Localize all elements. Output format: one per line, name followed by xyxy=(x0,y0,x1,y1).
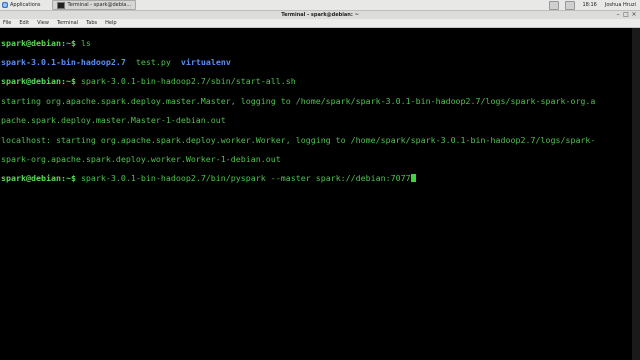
ls-directory: virtualenv xyxy=(180,57,231,68)
menu-tabs[interactable]: Tabs xyxy=(83,20,102,26)
menu-file[interactable]: File xyxy=(0,20,16,26)
prompt-suffix: :~$ xyxy=(60,173,81,184)
command-text: spark-3.0.1-bin-hadoop2.7/bin/pyspark --… xyxy=(80,173,411,184)
terminal-line: spark@debian:~$ spark-3.0.1-bin-hadoop2.… xyxy=(1,174,632,184)
command-text: spark-3.0.1-bin-hadoop2.7/sbin/start-all… xyxy=(80,76,296,87)
terminal-line: spark-3.0.1-bin-hadoop2.7 test.py virtua… xyxy=(1,57,632,68)
terminal-line: spark@debian:~$ spark-3.0.1-bin-hadoop2.… xyxy=(1,77,632,87)
window-titlebar[interactable]: Terminal - spark@debian: ~ – □ × xyxy=(0,11,640,19)
menu-help[interactable]: Help xyxy=(102,20,121,26)
taskbar-terminal-label: Terminal - spark@debia... xyxy=(67,2,132,8)
terminal-line: spark@debian:~$ ls xyxy=(1,37,632,49)
prompt-suffix: :~$ xyxy=(60,37,81,48)
prompt-suffix: :~$ xyxy=(60,76,81,87)
window-title: Terminal - spark@debian: ~ xyxy=(281,12,359,18)
maximize-icon[interactable]: □ xyxy=(623,12,629,18)
terminal-icon xyxy=(56,1,65,9)
text-cursor xyxy=(410,174,416,183)
prompt-user: spark@debian xyxy=(1,76,61,87)
terminal-line: starting org.apache.spark.deploy.master.… xyxy=(1,95,596,106)
top-panel: Applications Terminal - spark@debia... 1… xyxy=(0,0,640,11)
panel-clock[interactable]: 18:16 xyxy=(578,2,600,8)
workspace-switcher-icon[interactable] xyxy=(549,0,560,10)
terminal-line: pache.spark.deploy.master.Master-1-debia… xyxy=(1,115,226,126)
panel-user[interactable]: Joshua Hruzi xyxy=(601,2,640,8)
menu-edit[interactable]: Edit xyxy=(16,20,34,26)
applications-label: Applications xyxy=(10,2,41,8)
terminal-output[interactable]: spark@debian:~$ ls spark-3.0.1-bin-hadoo… xyxy=(0,28,632,360)
applications-icon xyxy=(2,2,8,8)
terminal-line: localhost: starting org.apache.spark.dep… xyxy=(1,134,596,145)
ls-directory: spark-3.0.1-bin-hadoop2.7 xyxy=(1,57,126,68)
minimize-icon[interactable]: – xyxy=(615,12,621,18)
command-text: ls xyxy=(80,37,91,48)
menu-terminal[interactable]: Terminal xyxy=(54,20,83,26)
terminal-line: spark-org.apache.spark.deploy.worker.Wor… xyxy=(1,154,281,165)
prompt-user: spark@debian xyxy=(1,37,61,48)
applications-menu-button[interactable]: Applications xyxy=(0,0,44,10)
prompt-user: spark@debian xyxy=(1,173,61,184)
menu-bar: File Edit View Terminal Tabs Help xyxy=(0,19,640,28)
ls-file: test.py xyxy=(135,57,171,68)
network-icon[interactable] xyxy=(565,0,576,10)
terminal-scrollbar[interactable] xyxy=(632,28,640,360)
window-controls: – □ × xyxy=(615,12,637,18)
user-name: Joshua Hruzi xyxy=(604,2,636,8)
taskbar-terminal-button[interactable]: Terminal - spark@debia... xyxy=(51,0,137,10)
menu-view[interactable]: View xyxy=(34,20,54,26)
close-icon[interactable]: × xyxy=(631,12,637,18)
